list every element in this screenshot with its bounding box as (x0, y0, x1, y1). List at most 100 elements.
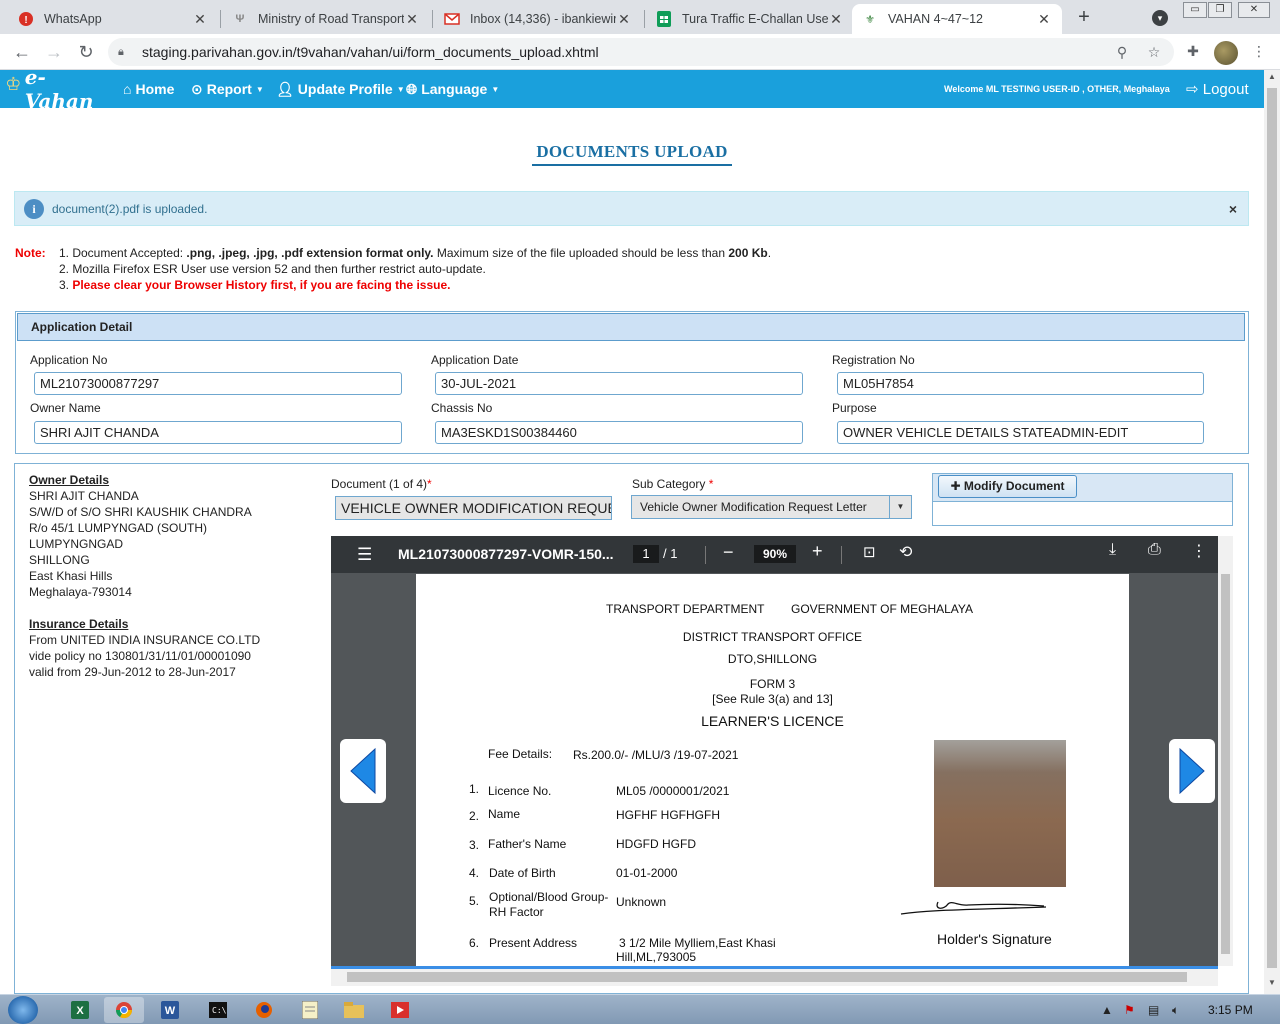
download-icon[interactable]: ⤓ (1109, 541, 1116, 559)
rotate-icon[interactable]: ⟲ (899, 542, 912, 562)
menu-icon[interactable]: ⋮ (1250, 43, 1268, 61)
restore-button[interactable]: ❐ (1208, 2, 1232, 18)
nav-label: Report (206, 81, 252, 97)
nav-report[interactable]: ⊙ Report ▼ (191, 81, 264, 98)
pdf-viewer[interactable]: ☰ ML21073000877297-VOMR-150... 1 / 1 − 9… (331, 536, 1218, 966)
sub-category-select[interactable]: Vehicle Owner Modification Request Lette… (631, 495, 912, 519)
pdf-vertical-scrollbar[interactable] (1218, 536, 1233, 966)
owner-line: SHRI AJIT CHANDA (29, 489, 139, 503)
pdf-dept-right: GOVERNMENT OF MEGHALAYA (791, 602, 974, 616)
extensions-icon[interactable]: ✚ (1184, 43, 1202, 61)
info-icon: i (24, 198, 44, 219)
nav-home[interactable]: ⌂ Home (123, 81, 174, 97)
prev-document-button[interactable] (340, 739, 386, 803)
tab-gmail[interactable]: Inbox (14,336) - ibankiewira ✕ (434, 4, 642, 34)
nav-update-profile[interactable]: 👤︎ Update Profile ▼ (276, 81, 405, 98)
action-center-icon[interactable]: ⚑ (1124, 1003, 1135, 1017)
owner-details-heading: Owner Details (29, 473, 110, 487)
clock[interactable]: 3:15 PM (1208, 1003, 1253, 1017)
close-icon[interactable]: ✕ (1036, 11, 1052, 28)
caret-down-icon: ▼ (396, 85, 405, 94)
close-icon[interactable]: ✕ (828, 11, 844, 28)
new-tab-button[interactable]: + (1072, 6, 1096, 30)
application-no-field[interactable]: ML21073000877297 (34, 372, 402, 395)
notepad-icon[interactable] (290, 997, 330, 1023)
pdf-horizontal-scrollbar[interactable] (331, 966, 1218, 986)
holder-photo (934, 740, 1066, 887)
tray-expand-icon[interactable]: ▲ (1101, 1003, 1113, 1017)
modify-document-button[interactable]: ✚ Modify Document (938, 475, 1077, 498)
whatsapp-icon: ! (18, 11, 34, 27)
nav-language[interactable]: 🌐︎ Language ▼ (406, 81, 499, 98)
tab-sheets[interactable]: Tura Traffic E-Challan Users ✕ (646, 4, 854, 34)
chevron-down-icon[interactable]: ▼ (889, 496, 911, 518)
profile-avatar[interactable] (1214, 41, 1238, 65)
forward-button[interactable]: → (44, 42, 64, 62)
logout-link[interactable]: ⇨ Logout (1186, 80, 1249, 98)
chrome-icon[interactable] (104, 997, 144, 1023)
excel-icon[interactable]: X (60, 997, 100, 1023)
terminal-icon[interactable]: C:\ (198, 997, 238, 1023)
address-bar[interactable]: 🔒︎ staging.parivahan.gov.in/t9vahan/vaha… (108, 38, 1174, 66)
reload-button[interactable]: ↻ (76, 42, 96, 62)
close-window-button[interactable]: ✕ (1238, 2, 1270, 18)
pdf-fee-value: Rs.200.0/- /MLU/3 /19-07-2021 (573, 748, 739, 762)
chassis-no-field[interactable]: MA3ESKD1S00384460 (435, 421, 803, 444)
pdf-row-num: 2. (469, 809, 480, 823)
note-item-1: 1. Document Accepted: .png, .jpeg, .jpg,… (59, 246, 772, 260)
close-icon[interactable]: ✕ (192, 11, 208, 28)
firefox-icon[interactable] (244, 997, 284, 1023)
zoom-out-icon[interactable]: − (723, 542, 734, 563)
owner-line: SHILLONG (29, 553, 90, 567)
next-document-button[interactable] (1169, 739, 1215, 803)
insurance-line: From UNITED INDIA INSURANCE CO.LTD (29, 633, 261, 647)
volume-icon[interactable]: 🔈︎ (1172, 1003, 1179, 1018)
chassis-no-label: Chassis No (431, 401, 493, 415)
document-select[interactable]: VEHICLE OWNER MODIFICATION REQUEST LETTE… (335, 496, 612, 520)
browser-toolbar: ← → ↻ 🔒︎ staging.parivahan.gov.in/t9vaha… (0, 34, 1280, 70)
tab-search-icon[interactable]: ▾ (1152, 10, 1168, 26)
evahan-logo[interactable]: ♔ e-Vahan (2, 70, 102, 113)
scroll-up-icon[interactable]: ▲ (1264, 72, 1280, 86)
application-date-field[interactable]: 30-JUL-2021 (435, 372, 803, 395)
pdf-row-label: Name (488, 807, 521, 821)
pdf-row-value: 01-01-2000 (616, 866, 678, 880)
info-message: i document(2).pdf is uploaded. × (14, 191, 1249, 226)
word-icon[interactable]: W (150, 997, 190, 1023)
bookmark-star-icon[interactable]: ☆ (1142, 44, 1166, 61)
scroll-thumb[interactable] (1267, 88, 1277, 968)
app-icon[interactable] (380, 997, 420, 1023)
zoom-icon[interactable]: ⚲ (1110, 44, 1134, 61)
holder-signature-label: Holder's Signature (937, 931, 1052, 947)
note-item-2: 2. Mozilla Firefox ESR User use version … (59, 262, 486, 276)
minimize-button[interactable]: ▭ (1183, 2, 1207, 18)
zoom-level-input[interactable]: 90% (754, 545, 796, 563)
tab-title: Ministry of Road Transport & (258, 12, 404, 26)
registration-no-field[interactable]: ML05H7854 (837, 372, 1204, 395)
tab-whatsapp[interactable]: ! WhatsApp ✕ (8, 4, 218, 34)
start-button[interactable] (8, 996, 38, 1024)
tab-ministry[interactable]: Ψ Ministry of Road Transport & ✕ (222, 4, 430, 34)
network-icon[interactable]: ▤ (1148, 1003, 1159, 1017)
fit-page-icon[interactable]: ⊡ (863, 543, 876, 561)
arrow-right-icon (1179, 747, 1205, 795)
close-icon[interactable]: ✕ (404, 11, 420, 28)
page-scrollbar[interactable]: ▲ ▼ (1264, 70, 1280, 994)
owner-line: LUMPYNGNGAD (29, 537, 124, 551)
print-icon[interactable]: ⎙ (1148, 541, 1161, 559)
tab-vahan[interactable]: ⚜ VAHAN 4~47~12 ✕ (852, 4, 1062, 34)
document-label: Document (1 of 4)* (331, 477, 432, 491)
menu-icon[interactable]: ☰ (357, 545, 372, 565)
page-number-input[interactable]: 1 (633, 545, 659, 563)
windows-taskbar: X W C:\ ▲ ⚑ ▤ 🔈︎ 3:15 PM (0, 994, 1280, 1024)
back-button[interactable]: ← (12, 42, 32, 62)
owner-name-field[interactable]: SHRI AJIT CHANDA (34, 421, 402, 444)
logout-label: Logout (1202, 81, 1249, 98)
scroll-down-icon[interactable]: ▼ (1264, 978, 1280, 992)
close-message-button[interactable]: × (1218, 201, 1248, 217)
folder-icon[interactable] (334, 997, 374, 1023)
more-options-icon[interactable]: ⋮ (1191, 541, 1207, 561)
zoom-in-icon[interactable]: + (812, 541, 823, 562)
purpose-field[interactable]: OWNER VEHICLE DETAILS STATEADMIN-EDIT (837, 421, 1204, 444)
close-icon[interactable]: ✕ (616, 11, 632, 28)
